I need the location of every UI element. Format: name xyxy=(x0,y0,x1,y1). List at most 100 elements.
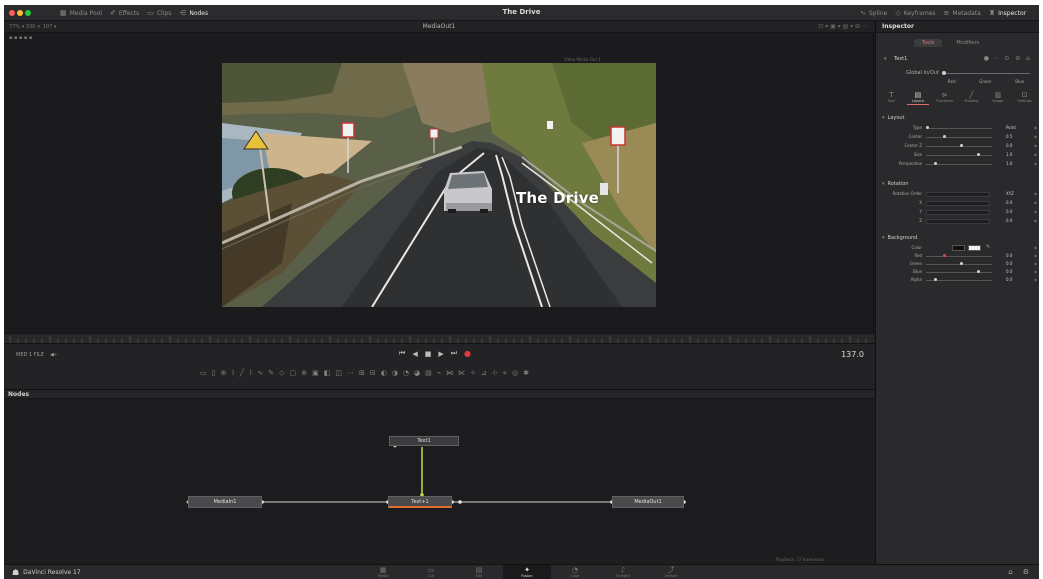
blend-slider[interactable] xyxy=(946,73,1030,74)
fusion-tool-icon[interactable]: ✧ xyxy=(470,369,476,377)
fusion-tool-icon[interactable]: ⊗ xyxy=(301,369,307,377)
param-value[interactable]: 0.0 xyxy=(1006,269,1012,274)
zoom-window-button[interactable] xyxy=(25,10,31,16)
tab-tools[interactable]: Tools xyxy=(914,39,943,47)
page-tab-cut[interactable]: ▭ Cut xyxy=(407,565,455,579)
go-to-end-icon[interactable]: ⏭ xyxy=(451,349,457,358)
fusion-tool-icon[interactable]: ⊹ xyxy=(492,369,498,377)
fusion-tool-icon[interactable]: ◐ xyxy=(381,369,387,377)
fusion-tool-icon[interactable]: ◫ xyxy=(335,369,342,377)
color-swatch-white[interactable] xyxy=(968,245,981,251)
param-slider[interactable] xyxy=(926,256,992,257)
layout-section-header[interactable]: ▾ Layout xyxy=(882,115,905,121)
fusion-tool-icon[interactable]: ◧ xyxy=(324,369,331,377)
param-value[interactable]: 0.0 xyxy=(1006,277,1012,282)
param-value[interactable]: 0.0 xyxy=(1006,253,1012,258)
param-value[interactable]: 0.0 xyxy=(1006,218,1012,223)
fusion-tool-icon[interactable]: ⊿ xyxy=(481,369,487,377)
param-value[interactable]: 0.0 xyxy=(1006,200,1012,205)
tool-header[interactable]: ▾ Text1 ● ◦ ⊙ ⊘ ⌂ xyxy=(882,55,1034,65)
close-window-button[interactable] xyxy=(9,10,15,16)
fusion-tool-icon[interactable]: ◑ xyxy=(392,369,398,377)
tool-header-icons[interactable]: ● ◦ ⊙ ⊘ ⌂ xyxy=(984,55,1032,62)
keyframe-diamond-icon[interactable]: ◆ xyxy=(1034,191,1037,196)
fusion-tool-icon[interactable]: ◕ xyxy=(414,369,420,377)
fusion-tool-icon[interactable]: ▤ xyxy=(425,369,432,377)
background-row-green[interactable]: Green 0.0 ◆ xyxy=(876,261,1039,268)
viewer-sub-controls[interactable]: ▪ ▪ ▪ ▪ ▪ xyxy=(9,35,32,41)
clips-button[interactable]: ▭ Clips xyxy=(147,9,171,17)
collapse-arrow-icon[interactable]: ▾ xyxy=(884,56,887,62)
layout-row-type[interactable]: Type Point ◆ xyxy=(876,125,1039,132)
text-node[interactable]: Text+1 xyxy=(388,496,452,508)
keyframe-diamond-icon[interactable]: ◆ xyxy=(1034,161,1037,166)
fusion-tool-icon[interactable]: ⋯ xyxy=(347,369,354,377)
param-field[interactable] xyxy=(926,219,990,224)
play-icon[interactable]: ▶ xyxy=(438,350,443,358)
color-swatch-black[interactable] xyxy=(952,245,965,251)
current-frame[interactable]: 137.0 xyxy=(841,350,864,359)
rotation-section-header[interactable]: ▾ Rotation xyxy=(882,181,908,187)
fusion-tool-icon[interactable]: ∿ xyxy=(257,369,263,377)
keyframe-diamond-icon[interactable]: ◆ xyxy=(1034,134,1037,139)
blend-slider-knob[interactable] xyxy=(942,71,946,75)
rotation-row-rotation-order[interactable]: Rotation Order XYZ ◆ xyxy=(876,191,1039,198)
param-value[interactable]: 0.0 xyxy=(1006,143,1012,148)
fusion-tool-icon[interactable]: ⊕ xyxy=(220,369,226,377)
keyframe-diamond-icon[interactable]: ◆ xyxy=(1034,261,1037,266)
layout-row-perspective[interactable]: Perspective 1.0 ◆ xyxy=(876,161,1039,168)
param-value[interactable]: 1.0 xyxy=(1006,152,1012,157)
param-slider-knob[interactable] xyxy=(960,262,963,265)
inspector-tab-text[interactable]: T Text xyxy=(880,91,902,105)
param-slider-knob[interactable] xyxy=(934,278,937,281)
audio-icon[interactable]: ◀» xyxy=(50,352,57,358)
keyframe-diamond-icon[interactable]: ◆ xyxy=(1034,143,1037,148)
play-reverse-icon[interactable]: ◀ xyxy=(412,350,417,358)
page-tab-edit[interactable]: ▤ Edit xyxy=(455,565,503,579)
param-slider-knob[interactable] xyxy=(943,254,946,257)
layout-row-center[interactable]: Center 0.5 ◆ xyxy=(876,134,1039,141)
background-row-blue[interactable]: Blue 0.0 ◆ xyxy=(876,269,1039,276)
param-value[interactable]: 0.5 xyxy=(1006,134,1012,139)
stop-icon[interactable]: ■ xyxy=(425,350,432,358)
param-slider[interactable] xyxy=(926,146,992,147)
node-editor[interactable]: Text1 MediaIn1 Text+1 MediaOut1 xyxy=(4,399,874,559)
keyframe-diamond-icon[interactable]: ◆ xyxy=(1034,125,1037,130)
background-section-header[interactable]: ▾ Background xyxy=(882,235,917,241)
media-in-node[interactable]: MediaIn1 xyxy=(188,496,262,508)
background-row-color[interactable]: Color ✎ ◆ xyxy=(876,244,1039,252)
keyframe-diamond-icon[interactable]: ◆ xyxy=(1034,253,1037,258)
eyedropper-icon[interactable]: ✎ xyxy=(986,244,990,250)
fusion-tool-icon[interactable]: ◇ xyxy=(279,369,284,377)
inspector-button[interactable]: ♜ Inspector xyxy=(989,9,1026,17)
keyframe-diamond-icon[interactable]: ◆ xyxy=(1034,209,1037,214)
effects-button[interactable]: ✐ Effects xyxy=(110,9,139,17)
param-slider-knob[interactable] xyxy=(926,126,929,129)
param-slider-knob[interactable] xyxy=(960,144,963,147)
home-icon[interactable]: ⌂ xyxy=(1008,568,1012,576)
param-slider[interactable] xyxy=(926,155,992,156)
viewer-options[interactable]: ⊡ ▾ ▣ ▾ ▤ ▾ ⊞ ⋯ xyxy=(818,23,868,30)
settings-gear-icon[interactable]: ⚙ xyxy=(1023,568,1029,576)
param-slider-knob[interactable] xyxy=(977,153,980,156)
fusion-tool-icon[interactable]: ⊟ xyxy=(370,369,376,377)
param-slider[interactable] xyxy=(926,137,992,138)
param-value[interactable]: Point xyxy=(1006,125,1016,130)
viewer-zoom-select[interactable]: 77% ▾ 330 × 107 ▾ xyxy=(9,24,56,30)
fusion-tool-icon[interactable]: ▣ xyxy=(312,369,319,377)
param-value[interactable]: 0.0 xyxy=(1006,261,1012,266)
fusion-tool-icon[interactable]: ⊞ xyxy=(359,369,365,377)
red-toggle[interactable]: Red xyxy=(948,79,956,84)
param-slider-knob[interactable] xyxy=(943,135,946,138)
tab-modifiers[interactable]: Modifiers xyxy=(948,39,987,47)
fusion-tool-icon[interactable]: ⌇ xyxy=(249,369,252,377)
page-tab-color[interactable]: ◔ Color xyxy=(551,565,599,579)
metadata-button[interactable]: ≡ Metadata xyxy=(944,9,981,17)
fusion-tool-icon[interactable]: ⌁ xyxy=(437,369,441,377)
rotation-row-x[interactable]: X 0.0 ◆ xyxy=(876,200,1039,207)
param-field[interactable] xyxy=(926,192,990,197)
inspector-tab-image[interactable]: ▥ Image xyxy=(987,91,1009,105)
nodes-button[interactable]: ⋲ Nodes xyxy=(179,9,208,17)
fusion-tool-icon[interactable]: ◔ xyxy=(403,369,409,377)
fusion-tool-icon[interactable]: ▢ xyxy=(290,369,297,377)
